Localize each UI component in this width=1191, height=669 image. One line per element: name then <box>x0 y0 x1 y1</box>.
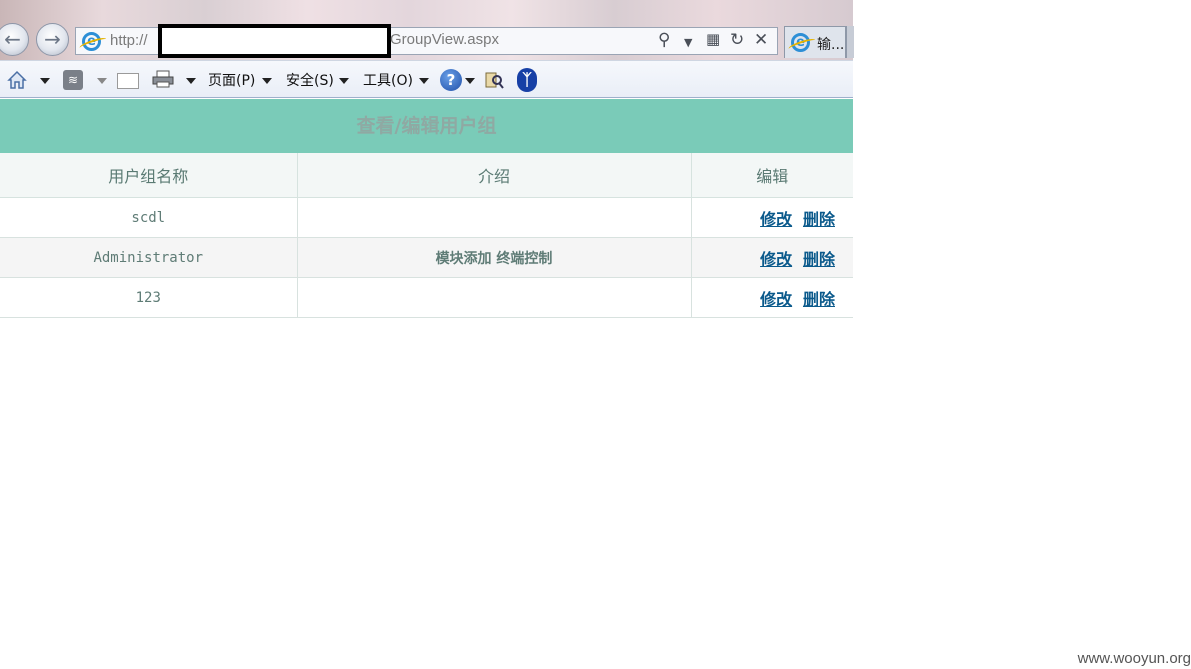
menu-page[interactable]: 页面(P) <box>208 70 255 90</box>
table-header-row: 用户组名称 介绍 编辑 <box>0 153 853 198</box>
group-table: 用户组名称 介绍 编辑 scdl 修改 删除 Administrator 模块添… <box>0 153 853 318</box>
tools-dropdown-icon[interactable] <box>419 78 429 84</box>
menu-tools[interactable]: 工具(O) <box>363 70 413 90</box>
refresh-icon[interactable]: ↻ <box>730 30 744 50</box>
feeds-dropdown-icon[interactable] <box>97 78 107 84</box>
new-tab-button[interactable] <box>846 26 854 58</box>
column-header-edit: 编辑 <box>691 153 853 198</box>
url-path: GroupView.aspx <box>390 31 499 48</box>
rss-icon[interactable]: ≋ <box>63 70 83 90</box>
column-header-description: 介绍 <box>297 153 692 198</box>
home-icon[interactable] <box>7 70 27 90</box>
ie-icon: e <box>82 32 101 51</box>
security-dropdown-icon[interactable] <box>339 78 349 84</box>
browser-tab[interactable]: e 输... <box>784 26 846 58</box>
column-header-name: 用户组名称 <box>0 153 298 198</box>
page-dropdown-icon[interactable] <box>262 78 272 84</box>
research-icon[interactable] <box>484 70 504 90</box>
url-scheme: http:// <box>110 32 148 49</box>
tab-label: 输... <box>817 37 845 53</box>
forward-button[interactable]: → <box>36 23 69 56</box>
command-bar: ≋ 页面(P) 安全(S) 工具(O) ? ᛉ <box>0 60 853 98</box>
delete-link[interactable]: 删除 <box>803 290 835 309</box>
address-tools: ⚲ ▼ ▦ ↻ ✕ <box>658 30 776 52</box>
compat-view-icon[interactable]: ▦ <box>706 30 720 48</box>
group-desc-cell <box>297 277 692 318</box>
search-icon[interactable]: ⚲ <box>658 30 670 50</box>
browser-chrome: ← → e http:// GroupView.aspx ⚲ ▼ ▦ ↻ ✕ e… <box>0 0 854 99</box>
group-name-cell: Administrator <box>0 237 298 278</box>
table-row: scdl 修改 删除 <box>0 197 853 238</box>
group-desc-cell <box>297 197 692 238</box>
watermark: www.wooyun.org <box>1077 650 1191 667</box>
delete-link[interactable]: 删除 <box>803 250 835 269</box>
bluetooth-icon[interactable]: ᛉ <box>517 68 537 92</box>
table-row: Administrator 模块添加 终端控制 修改 删除 <box>0 237 853 278</box>
group-name-cell: scdl <box>0 197 298 238</box>
table-row: 123 修改 删除 <box>0 277 853 318</box>
home-dropdown-icon[interactable] <box>40 78 50 84</box>
redacted-host <box>158 24 391 58</box>
chevron-down-icon[interactable]: ▼ <box>684 36 692 49</box>
edit-cell: 修改 删除 <box>691 277 853 318</box>
menu-security[interactable]: 安全(S) <box>286 70 334 90</box>
edit-cell: 修改 删除 <box>691 197 853 238</box>
edit-cell: 修改 删除 <box>691 237 853 278</box>
stop-icon[interactable]: ✕ <box>754 30 768 50</box>
tab-ie-icon: e <box>791 33 810 52</box>
help-dropdown-icon[interactable] <box>465 78 475 84</box>
modify-link[interactable]: 修改 <box>760 290 792 309</box>
modify-link[interactable]: 修改 <box>760 210 792 229</box>
group-desc-cell: 模块添加 终端控制 <box>297 237 692 278</box>
modify-link[interactable]: 修改 <box>760 250 792 269</box>
help-icon[interactable]: ? <box>440 69 462 91</box>
print-icon[interactable] <box>152 70 174 88</box>
print-dropdown-icon[interactable] <box>186 78 196 84</box>
mail-icon[interactable] <box>117 73 139 89</box>
group-name-cell: 123 <box>0 277 298 318</box>
delete-link[interactable]: 删除 <box>803 210 835 229</box>
page-content: 查看/编辑用户组 用户组名称 介绍 编辑 scdl 修改 删除 Administ… <box>0 99 853 318</box>
page-title: 查看/编辑用户组 <box>0 99 853 153</box>
